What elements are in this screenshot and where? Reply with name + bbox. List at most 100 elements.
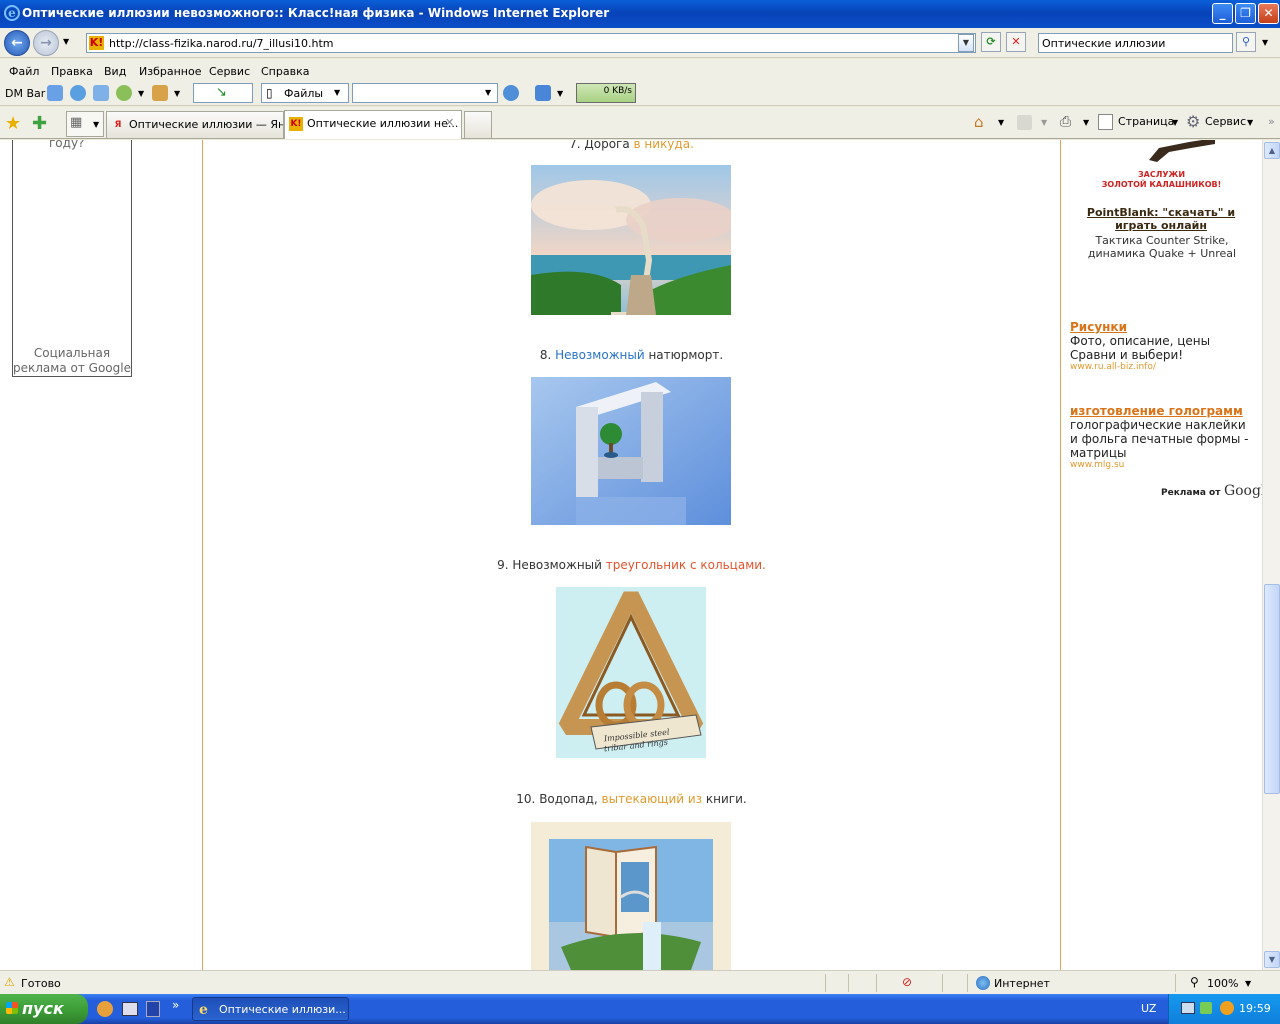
favorites-star-icon[interactable]: ★ bbox=[5, 113, 21, 134]
new-tab-button[interactable] bbox=[464, 111, 492, 138]
download-arrow-icon[interactable] bbox=[535, 85, 551, 101]
status-divider bbox=[967, 974, 968, 992]
network-icon[interactable] bbox=[1181, 1002, 1195, 1014]
stop-icon[interactable]: ✕ bbox=[1006, 32, 1026, 52]
left-ad-caption-1: Социальная bbox=[33, 346, 111, 360]
address-row: ← → ▼ K! http://class-fizika.narod.ru/7_… bbox=[0, 28, 1280, 58]
item-10-caption: 10. Водопад, вытекающий из книги. bbox=[203, 792, 1060, 806]
quick-tabs-icon: ▦ bbox=[70, 115, 83, 130]
menu-help[interactable]: Справка bbox=[261, 65, 309, 78]
waterfall-book-image bbox=[531, 822, 731, 970]
language-indicator[interactable]: UZ bbox=[1141, 1002, 1156, 1015]
menu-bar: Файл Правка Вид Избранное Сервис Справка bbox=[0, 59, 1280, 83]
clock[interactable]: 19:59 bbox=[1239, 1002, 1271, 1015]
tray-update-icon[interactable] bbox=[1220, 1001, 1234, 1015]
print-icon[interactable]: ⎙ bbox=[1060, 114, 1071, 130]
globe-dropdown-icon[interactable]: ▼ bbox=[138, 89, 144, 98]
feeds-dropdown-icon[interactable]: ▼ bbox=[1041, 118, 1047, 127]
ad3-text: голографические наклейки и фольга печатн… bbox=[1070, 418, 1249, 460]
item-8-link[interactable]: Невозможный bbox=[555, 348, 645, 362]
cursor-box[interactable]: ↘ bbox=[193, 83, 253, 103]
files-select[interactable]: ▯ Файлы ▼ bbox=[261, 83, 349, 103]
globe-icon[interactable] bbox=[116, 85, 132, 101]
search-icon[interactable]: ⚲ bbox=[1236, 32, 1256, 52]
quick-tabs-button[interactable]: ▦ ▼ bbox=[66, 111, 104, 137]
print-dropdown-icon[interactable]: ▼ bbox=[1083, 118, 1089, 127]
zoom-icon[interactable]: ⚲ bbox=[1190, 975, 1199, 989]
right-ads-column: ЗАСЛУЖИ ЗОЛОТОЙ КАЛАШНИКОВ! PointBlank: … bbox=[1061, 140, 1262, 970]
forward-button[interactable]: → bbox=[33, 30, 59, 56]
page-dropdown-icon[interactable]: ▼ bbox=[1172, 118, 1178, 127]
zoom-level[interactable]: 100% bbox=[1207, 977, 1238, 990]
menu-edit[interactable]: Правка bbox=[51, 65, 93, 78]
maximize-button[interactable]: ❐ bbox=[1235, 3, 1256, 24]
save-icon[interactable] bbox=[146, 1001, 160, 1017]
item-10-link[interactable]: вытекающий из bbox=[602, 792, 703, 806]
home-icon[interactable]: ⌂ bbox=[974, 113, 984, 131]
ad3-url[interactable]: www.mlg.su bbox=[1070, 460, 1124, 470]
ad2-url[interactable]: www.ru.all-biz.info/ bbox=[1070, 362, 1156, 372]
package-dropdown-icon[interactable]: ▼ bbox=[174, 89, 180, 98]
address-url: http://class-fizika.narod.ru/7_illusi10.… bbox=[109, 37, 334, 50]
vertical-scrollbar[interactable]: ▲ ▼ bbox=[1262, 140, 1280, 970]
tools-menu[interactable]: Сервис bbox=[1205, 115, 1246, 128]
scroll-down-icon[interactable]: ▼ bbox=[1264, 951, 1280, 968]
dm-url-combo[interactable]: ▼ bbox=[352, 83, 498, 103]
show-desktop-icon[interactable] bbox=[122, 1002, 138, 1016]
address-dropdown-button[interactable]: ▼ bbox=[958, 34, 974, 52]
page-menu[interactable]: Страница bbox=[1118, 115, 1174, 128]
warning-icon: ⚠ bbox=[4, 975, 15, 989]
ad3-title-link[interactable]: изготовление голограмм bbox=[1070, 404, 1243, 418]
search-options-icon[interactable]: ▼ bbox=[1262, 38, 1268, 47]
rifle-banner-image[interactable] bbox=[1149, 140, 1219, 162]
zoom-dropdown-icon[interactable]: ▼ bbox=[1245, 979, 1251, 988]
tab-yandex[interactable]: Я Оптические иллюзии — Ян... bbox=[106, 111, 284, 138]
menu-favorites[interactable]: Избранное bbox=[139, 65, 201, 78]
menu-view[interactable]: Вид bbox=[104, 65, 126, 78]
add-favorite-icon[interactable]: ✚ bbox=[32, 113, 47, 134]
download-icon[interactable] bbox=[47, 85, 63, 101]
menu-file[interactable]: Файл bbox=[9, 65, 39, 78]
item-9-link[interactable]: треугольник с кольцами. bbox=[606, 558, 766, 572]
tab-row: ★ ✚ ▦ ▼ Я Оптические иллюзии — Ян... K! … bbox=[0, 107, 1280, 139]
privacy-icon[interactable]: ⊘ bbox=[902, 975, 912, 989]
scroll-thumb[interactable] bbox=[1264, 584, 1280, 794]
back-button[interactable]: ← bbox=[4, 30, 30, 56]
ad1-text: Тактика Counter Strike, динамика Quake +… bbox=[1087, 234, 1237, 260]
start-button[interactable]: пуск bbox=[0, 994, 88, 1024]
combo-dropdown-icon: ▼ bbox=[485, 88, 492, 97]
app-launcher-icon[interactable] bbox=[97, 1001, 113, 1017]
item-7-link[interactable]: в никуда. bbox=[634, 140, 694, 151]
left-ad-caption: Социальная реклама от Google bbox=[13, 346, 131, 376]
scroll-up-icon[interactable]: ▲ bbox=[1264, 142, 1280, 159]
article-column: 7. Дорога в никуда. 8. Невозможный натюр… bbox=[203, 140, 1060, 970]
history-dropdown-icon[interactable]: ▼ bbox=[63, 37, 69, 46]
ad1-title-link[interactable]: PointBlank: "скачать" и играть онлайн bbox=[1071, 206, 1251, 232]
quicklaunch-more-icon[interactable]: » bbox=[172, 998, 179, 1012]
chevron-more-icon[interactable]: » bbox=[1268, 115, 1275, 128]
feeds-icon[interactable] bbox=[1017, 115, 1032, 130]
tools-dropdown-icon[interactable]: ▼ bbox=[1247, 118, 1253, 127]
tab-close-icon[interactable]: ✕ bbox=[445, 116, 454, 129]
menu-tools[interactable]: Сервис bbox=[209, 65, 250, 78]
left-ad-box[interactable]: году? Социальная реклама от Google bbox=[12, 140, 132, 377]
tray-app-icon[interactable] bbox=[1200, 1002, 1212, 1014]
home-dropdown-icon[interactable]: ▼ bbox=[998, 118, 1004, 127]
banner-text[interactable]: ЗАСЛУЖИ ЗОЛОТОЙ КАЛАШНИКОВ! bbox=[1061, 170, 1262, 190]
search-input[interactable]: Оптические иллюзии bbox=[1038, 33, 1233, 53]
refresh-icon[interactable]: ⟳ bbox=[981, 32, 1001, 52]
address-field[interactable]: K! http://class-fizika.narod.ru/7_illusi… bbox=[86, 33, 976, 53]
close-button[interactable]: ✕ bbox=[1258, 3, 1279, 24]
internet-zone-icon bbox=[976, 976, 990, 990]
ad2-title-link[interactable]: Рисунки bbox=[1070, 320, 1127, 334]
google-ads-label[interactable]: Реклама от Google bbox=[1161, 483, 1262, 499]
package-icon[interactable] bbox=[152, 85, 168, 101]
taskbar-window-button[interactable]: e Оптические иллюзи... bbox=[192, 997, 349, 1021]
tab-current[interactable]: K! Оптические иллюзии не... ✕ bbox=[284, 110, 462, 139]
add-icon[interactable] bbox=[70, 85, 86, 101]
go-search-icon[interactable] bbox=[503, 85, 519, 101]
download-dropdown-icon[interactable]: ▼ bbox=[557, 89, 563, 98]
minimize-button[interactable]: _ bbox=[1212, 3, 1233, 24]
start-label: пуск bbox=[22, 999, 64, 1018]
windows-icon[interactable] bbox=[93, 85, 109, 101]
